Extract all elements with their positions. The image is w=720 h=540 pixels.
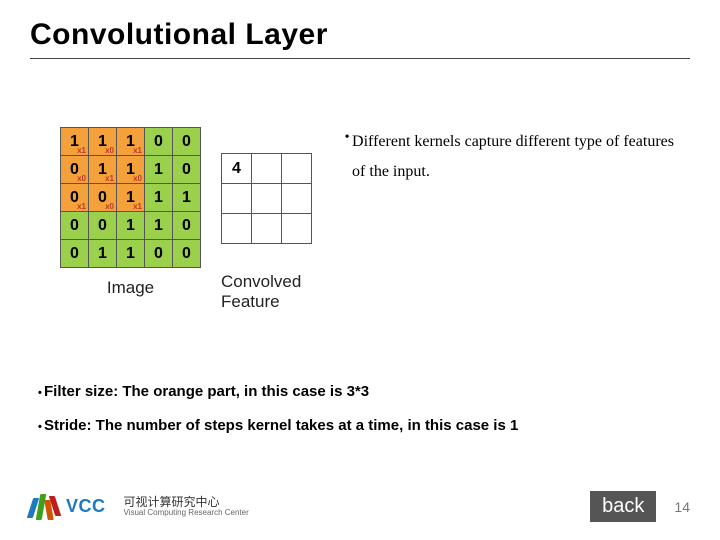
img-cell: 0	[145, 240, 173, 268]
title-underline	[30, 58, 690, 59]
right-bullets: • Different kernels capture different ty…	[332, 127, 690, 194]
logo-text: 可视计算研究中心 Visual Computing Research Cente…	[124, 496, 249, 518]
conv-cell	[222, 214, 252, 244]
conv-cell	[252, 184, 282, 214]
conv-cell	[252, 214, 282, 244]
bullet-dot-icon: •	[30, 383, 44, 403]
img-cell: 0	[173, 128, 201, 156]
conv-cell	[222, 184, 252, 214]
img-cell: 0x0	[89, 184, 117, 212]
logo-abbr: VCC	[66, 496, 106, 517]
img-cell: 0	[61, 212, 89, 240]
conv-cell: 4	[222, 154, 252, 184]
back-button[interactable]: back	[590, 491, 656, 522]
page-number: 14	[674, 499, 690, 515]
footer-logo: VCC 可视计算研究中心 Visual Computing Research C…	[30, 494, 249, 520]
img-cell: 0	[173, 240, 201, 268]
image-grid: 1x1 1x0 1x1 0 0 0x0 1x1 1x0 1 0 0x1 0x0 …	[60, 127, 201, 268]
footer: VCC 可视计算研究中心 Visual Computing Research C…	[30, 491, 690, 522]
vcc-logo-icon	[30, 494, 60, 520]
main-content-row: 1x1 1x0 1x1 0 0 0x0 1x1 1x0 1 0 0x1 0x0 …	[30, 127, 690, 313]
slide-title: Convolutional Layer	[30, 18, 690, 52]
img-cell: 1	[145, 212, 173, 240]
img-cell: 1x1	[117, 128, 145, 156]
img-cell: 1x1	[117, 184, 145, 212]
bullet-dot-icon: •	[30, 417, 44, 437]
img-cell: 1x1	[89, 156, 117, 184]
img-cell: 1x0	[117, 156, 145, 184]
img-cell: 1	[117, 212, 145, 240]
img-cell: 0x1	[61, 184, 89, 212]
conv-cell	[282, 214, 312, 244]
img-cell: 0	[173, 156, 201, 184]
img-cell: 0	[173, 212, 201, 240]
img-cell: 1	[117, 240, 145, 268]
img-cell: 1	[89, 240, 117, 268]
lower-bullet-text: Filter size: The orange part, in this ca…	[44, 383, 369, 400]
img-cell: 1	[145, 184, 173, 212]
img-cell: 1	[145, 156, 173, 184]
img-cell: 0	[61, 240, 89, 268]
img-cell: 0	[145, 128, 173, 156]
img-cell: 0	[89, 212, 117, 240]
lower-bullet-text: Stride: The number of steps kernel takes…	[44, 417, 518, 434]
right-bullet-text: Different kernels capture different type…	[352, 127, 690, 188]
img-cell: 0x0	[61, 156, 89, 184]
convolved-column: 4 Convolved Feature	[221, 153, 312, 313]
conv-cell	[282, 154, 312, 184]
lower-bullets: • Filter size: The orange part, in this …	[30, 383, 690, 437]
bullet-dot-icon: •	[342, 127, 352, 149]
image-label: Image	[107, 278, 154, 298]
image-column: 1x1 1x0 1x1 0 0 0x0 1x1 1x0 1 0 0x1 0x0 …	[60, 127, 201, 298]
img-cell: 1x0	[89, 128, 117, 156]
convolved-grid: 4	[221, 153, 312, 244]
img-cell: 1x1	[61, 128, 89, 156]
img-cell: 1	[173, 184, 201, 212]
conv-cell	[282, 184, 312, 214]
conv-cell	[252, 154, 282, 184]
convolved-label: Convolved Feature	[221, 272, 312, 313]
